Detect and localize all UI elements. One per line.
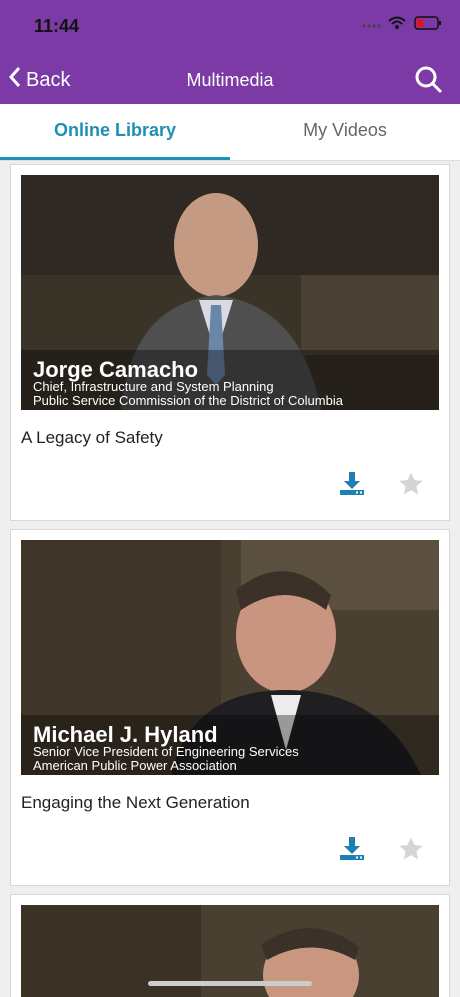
video-title: Engaging the Next Generation <box>21 793 250 812</box>
status-bar: 11:44 <box>0 0 460 56</box>
video-title: A Legacy of Safety <box>21 428 163 447</box>
signal-icon <box>362 17 381 35</box>
speaker-organization: Public Service Commission of the Distric… <box>33 393 343 408</box>
navigation-bar: Back Multimedia <box>0 56 460 104</box>
tab-online-library[interactable]: Online Library <box>0 120 230 141</box>
favorite-button[interactable] <box>397 470 425 498</box>
page-title: Multimedia <box>186 70 274 90</box>
tab-bar: Online Library My Videos <box>0 104 460 161</box>
status-time: 11:44 <box>34 16 80 36</box>
favorite-button[interactable] <box>397 835 425 863</box>
speaker-title: Chief, Infrastructure and System Plannin… <box>33 379 274 394</box>
search-icon <box>414 66 444 99</box>
download-icon <box>339 837 365 865</box>
active-tab-indicator <box>0 157 230 160</box>
star-icon <box>397 837 425 867</box>
speaker-organization: American Public Power Association <box>33 758 237 773</box>
video-thumbnail[interactable]: Jorge Camacho Chief, Infrastructure and … <box>21 175 439 410</box>
wifi-icon <box>388 16 406 35</box>
video-thumbnail[interactable]: Michael J. Hyland Senior Vice President … <box>21 540 439 775</box>
download-button[interactable] <box>339 470 365 496</box>
star-icon <box>397 472 425 502</box>
tab-my-videos[interactable]: My Videos <box>230 120 460 141</box>
status-icons <box>362 16 442 35</box>
download-icon <box>339 472 365 500</box>
battery-icon <box>414 16 442 35</box>
video-card[interactable]: Michael J. Hyland Senior Vice President … <box>10 529 450 886</box>
speaker-title: Senior Vice President of Engineering Ser… <box>33 744 299 759</box>
search-button[interactable] <box>414 65 444 95</box>
video-card[interactable]: Jorge Camacho Chief, Infrastructure and … <box>10 164 450 521</box>
home-indicator <box>148 981 312 986</box>
download-button[interactable] <box>339 835 365 861</box>
